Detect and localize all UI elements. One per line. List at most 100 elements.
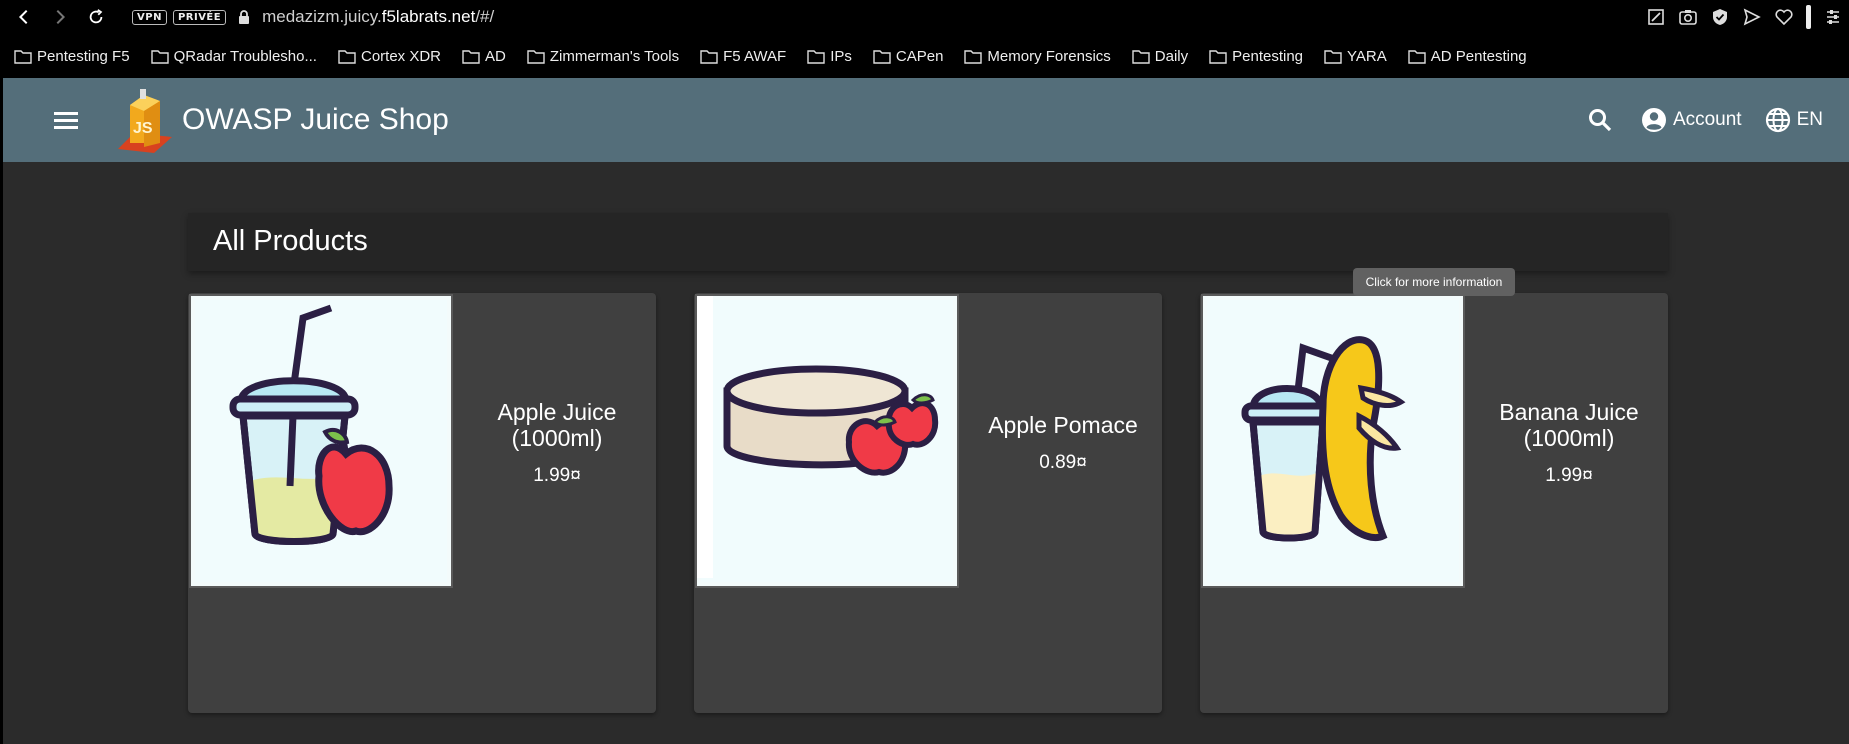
bookmark-folder[interactable]: Pentesting — [1209, 48, 1303, 65]
folder-icon — [150, 49, 169, 64]
bookmark-label: Daily — [1154, 47, 1189, 65]
app-toolbar: JS OWASP Juice Shop Account EN — [3, 78, 1849, 162]
apple-pomace-icon — [697, 296, 939, 578]
folder-icon — [1209, 49, 1227, 64]
product-card-apple-juice[interactable]: Apple Juice (1000ml) 1.99¤ — [188, 293, 656, 713]
product-name-line1: Apple Juice — [497, 399, 617, 425]
bookmark-label: Pentesting F5 — [37, 47, 130, 65]
lock-icon[interactable] — [236, 9, 252, 25]
heart-icon[interactable] — [1774, 7, 1794, 27]
shield-icon[interactable] — [1710, 7, 1730, 27]
bookmark-label: YARA — [1347, 47, 1387, 65]
reload-icon — [89, 9, 103, 24]
folder-icon — [1324, 49, 1342, 64]
window-edge — [0, 78, 3, 744]
bookmark-folder[interactable]: Pentesting F5 — [14, 48, 130, 65]
address-bar[interactable]: VPN PRIVÉE medazizm.juicy.f5labrats.net/… — [132, 7, 494, 27]
private-badge: PRIVÉE — [172, 9, 227, 25]
product-image[interactable] — [189, 294, 453, 588]
bookmark-folder[interactable]: CAPen — [873, 47, 944, 65]
product-image[interactable] — [1201, 294, 1465, 588]
url-text[interactable]: medazizm.juicy.f5labrats.net/#/ — [262, 7, 494, 27]
folder-icon — [14, 49, 32, 64]
app-title[interactable]: OWASP Juice Shop — [182, 103, 449, 137]
vpn-badge[interactable]: VPN — [132, 9, 167, 25]
bookmark-label: QRadar Troublesho... — [173, 47, 317, 65]
folder-icon — [338, 49, 356, 64]
folder-icon — [964, 49, 983, 64]
folder-icon — [462, 49, 480, 64]
url-domain: f5labrats.net — [381, 7, 476, 26]
settings-sliders-icon[interactable] — [1823, 7, 1843, 27]
product-info[interactable]: Apple Pomace 0.89¤ — [964, 293, 1162, 593]
account-button[interactable]: Account — [1640, 106, 1742, 134]
folder-icon — [700, 49, 718, 64]
bookmark-label: F5 AWAF — [723, 47, 787, 65]
page-title: All Products — [213, 225, 368, 257]
svg-text:JS: JS — [133, 120, 153, 137]
bookmark-folder[interactable]: AD Pentesting — [1408, 48, 1527, 65]
bookmark-folder[interactable]: F5 AWAF — [700, 48, 786, 65]
apple-juice-icon — [229, 304, 393, 545]
browser-toolbar: VPN PRIVÉE medazizm.juicy.f5labrats.net/… — [0, 0, 1849, 34]
language-label: EN — [1796, 109, 1823, 130]
reload-button[interactable] — [78, 0, 114, 34]
sidebar-divider — [1806, 5, 1811, 29]
forward-button[interactable] — [42, 0, 78, 34]
product-card-banana-juice[interactable]: Banana Juice (1000ml) 1.99¤ — [1200, 293, 1668, 713]
juice-shop-logo-icon[interactable]: JS — [114, 85, 176, 155]
banana-juice-icon — [1241, 336, 1406, 542]
folder-icon — [807, 49, 825, 64]
search-button[interactable] — [1586, 106, 1614, 134]
product-info[interactable]: Apple Juice (1000ml) 1.99¤ — [458, 293, 656, 593]
bookmark-folder[interactable]: YARA — [1324, 48, 1387, 65]
bookmark-folder[interactable]: QRadar Troublesho... — [150, 47, 317, 65]
camera-icon[interactable] — [1678, 7, 1698, 27]
bookmark-label: AD Pentesting — [1430, 47, 1527, 65]
bookmark-folder[interactable]: AD — [462, 48, 506, 65]
chevron-right-icon — [56, 9, 66, 25]
browser-actions — [1646, 0, 1843, 34]
globe-icon — [1765, 107, 1790, 133]
product-tooltip: Click for more information — [1353, 268, 1515, 296]
bookmarks-bar: Pentesting F5 QRadar Troublesho... Corte… — [0, 34, 1849, 78]
product-name: Apple Juice (1000ml) — [498, 399, 617, 451]
product-price: 0.89¤ — [1039, 452, 1087, 473]
search-icon — [1588, 109, 1612, 132]
toolbar-actions: Account EN — [1586, 78, 1849, 162]
bookmark-label: CAPen — [895, 47, 944, 65]
product-image[interactable] — [695, 294, 959, 588]
bookmark-label: Memory Forensics — [987, 47, 1111, 65]
product-name-line1: Apple Pomace — [988, 412, 1138, 438]
product-name-line1: Banana Juice — [1499, 399, 1639, 425]
edit-icon[interactable] — [1646, 7, 1666, 27]
account-circle-icon — [1641, 108, 1666, 132]
folder-icon — [1408, 49, 1426, 64]
back-button[interactable] — [6, 0, 42, 34]
chevron-left-icon — [18, 9, 28, 25]
folder-icon — [1132, 49, 1150, 64]
bookmark-folder[interactable]: Cortex XDR — [338, 48, 441, 65]
bookmark-label: Cortex XDR — [360, 47, 442, 65]
product-name: Banana Juice (1000ml) — [1499, 399, 1638, 451]
url-prefix: medazizm.juicy. — [262, 7, 382, 26]
bookmark-folder[interactable]: Daily — [1132, 48, 1188, 65]
account-label: Account — [1672, 109, 1742, 130]
url-suffix: /#/ — [475, 7, 495, 26]
bookmark-folder[interactable]: Memory Forensics — [964, 47, 1111, 65]
bookmark-folder[interactable]: Zimmerman's Tools — [527, 48, 679, 65]
product-name-line2: (1000ml) — [511, 425, 603, 451]
bookmark-folder[interactable]: IPs — [807, 48, 852, 65]
bookmark-label: Zimmerman's Tools — [549, 47, 680, 65]
folder-icon — [527, 49, 545, 64]
product-name-line2: (1000ml) — [1523, 425, 1615, 451]
send-icon[interactable] — [1742, 7, 1762, 27]
products-heading-card: All Products — [188, 213, 1668, 271]
bookmark-label: AD — [485, 47, 506, 65]
menu-button[interactable] — [42, 96, 90, 144]
product-info[interactable]: Banana Juice (1000ml) 1.99¤ — [1470, 293, 1668, 593]
hamburger-icon — [54, 112, 78, 129]
product-card-apple-pomace[interactable]: Apple Pomace 0.89¤ — [694, 293, 1162, 713]
product-name: Apple Pomace — [988, 412, 1138, 438]
language-button[interactable]: EN — [1764, 106, 1823, 134]
